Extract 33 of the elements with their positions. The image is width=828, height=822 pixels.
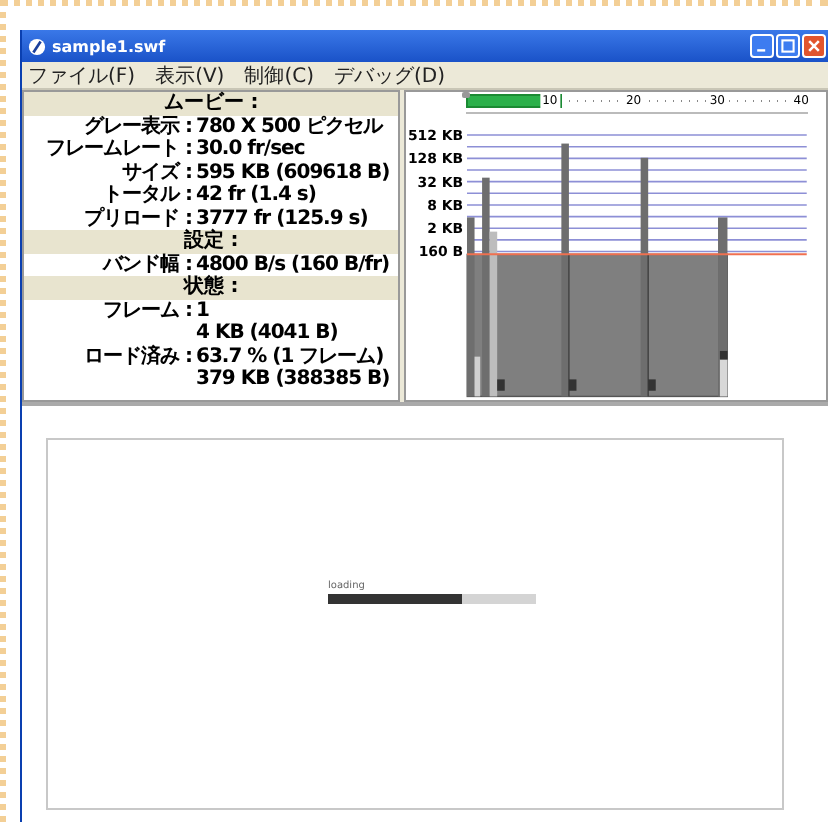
playhead-handle[interactable]	[462, 92, 470, 98]
close-button[interactable]	[802, 34, 826, 58]
property-value: 63.7 % (1 フレーム)	[196, 345, 384, 368]
property-label: グレー表示 :	[84, 115, 192, 137]
property-value: 30.0 fr/sec	[196, 138, 305, 161]
property-value: 4 KB (4041 B)	[196, 322, 338, 345]
menu-item[interactable]: 制御(C)	[244, 61, 315, 89]
property-value: 1	[196, 299, 209, 322]
property-label: フレームレート :	[46, 138, 192, 160]
property-label: プリロード :	[84, 207, 192, 229]
window-title: sample1.swf	[52, 37, 166, 55]
minimize-button[interactable]	[750, 34, 774, 58]
property-label: トータル :	[103, 184, 192, 206]
property-value: 379 KB (388385 B)	[196, 368, 390, 391]
menu-item[interactable]: ファイル(F)	[28, 61, 136, 89]
maximize-icon	[780, 38, 796, 54]
section-heading: 状態 :	[24, 276, 398, 299]
close-icon	[806, 38, 822, 54]
maximize-button[interactable]	[776, 34, 800, 58]
app-icon	[28, 37, 46, 55]
section-heading: 設定 :	[24, 230, 398, 253]
property-value: 42 fr (1.4 s)	[196, 184, 316, 207]
property-value: 595 KB (609618 B)	[196, 161, 390, 184]
property-label: フレーム :	[103, 299, 192, 321]
property-label: ロード済み :	[84, 345, 192, 367]
section-heading: ムービー :	[24, 92, 398, 115]
menu-item[interactable]: デバッグ(D)	[334, 61, 446, 89]
property-value: 780 X 500 ピクセル	[196, 115, 382, 138]
menu-item[interactable]: 表示(V)	[155, 61, 225, 89]
property-label: サイズ :	[122, 161, 192, 183]
property-value: 3777 fr (125.9 s)	[196, 207, 368, 229]
property-label: バンド幅 :	[103, 253, 192, 275]
property-value: 4800 B/s (160 B/fr)	[196, 253, 390, 275]
